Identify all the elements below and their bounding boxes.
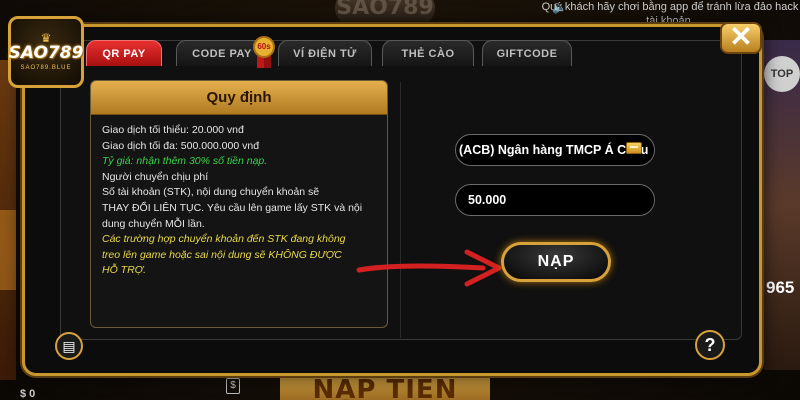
rule-line-rate: Tỷ giá: nhận thêm 30% số tiền nạp. [102, 155, 268, 168]
speaker-icon: 🔈 [552, 0, 567, 14]
close-icon: ✕ [729, 21, 753, 52]
tab-qr-pay[interactable]: QR PAY [86, 40, 162, 66]
tab-the-cao[interactable]: THẺ CÀO [382, 40, 474, 66]
background-balance: $ 0 [20, 388, 36, 400]
dollar-icon: $ [226, 378, 240, 394]
rules-title: Quy định [91, 81, 387, 115]
bank-card-icon [626, 142, 642, 154]
deposit-submit-button[interactable]: NẠP [501, 242, 611, 282]
document-icon: ▤ [62, 338, 76, 354]
help-button[interactable]: ? [695, 330, 725, 360]
amount-input[interactable]: 50.000 [455, 184, 655, 216]
close-button[interactable]: ✕ [720, 22, 762, 54]
tab-vi-dien-tu[interactable]: VÍ ĐIỆN TỬ [278, 40, 372, 66]
rule-line: Giao dịch tối thiểu: 20.000 vnđ [102, 124, 244, 136]
rule-line: Giao dịch tối đa: 500.000.000 vnđ [102, 139, 260, 152]
history-button[interactable]: ▤ [55, 332, 83, 360]
rules-body: Giao dịch tối thiểu: 20.000 vnđ Giao dịc… [91, 115, 387, 279]
rule-line-warning: Các trường hợp chuyển khoản đến STK đang… [102, 233, 346, 246]
rule-line: Người chuyển chịu phí [102, 170, 209, 183]
rule-line-warning: HỖ TRỢ. [102, 264, 147, 277]
rule-line: dung chuyển MỖI lần. [102, 217, 205, 230]
logo-subtitle: SAO789.BLUE [20, 65, 72, 71]
rules-box: Quy định Giao dịch tối thiểu: 20.000 vnđ… [90, 80, 388, 328]
rule-line: Số tài khoản (STK), nội dung chuyển khoả… [102, 186, 320, 199]
tab-giftcode[interactable]: GIFTCODE [482, 40, 572, 66]
background-logo: SAO789 [335, 0, 435, 26]
bank-select[interactable]: (ACB) Ngân hàng TMCP Á Châu [455, 134, 655, 166]
pointer-arrow-icon [356, 249, 502, 287]
rule-line-warning: treo lên game hoặc sai nội dung sẽ KHÔNG… [102, 248, 342, 261]
brand-logo: ♛ SAO789 SAO789.BLUE [8, 16, 84, 88]
rule-line: THAY ĐỔI LIÊN TỤC. Yêu cầu lên game lấy … [102, 201, 363, 214]
logo-brand: SAO789 [8, 43, 84, 63]
background-top-badge: TOP [764, 56, 800, 92]
background-left-decor [0, 210, 16, 290]
crown-icon: ♛ [40, 31, 52, 45]
panel-divider [400, 82, 401, 338]
background-jackpot-number: 965 [766, 278, 795, 297]
timer-badge: 60s [253, 36, 275, 58]
